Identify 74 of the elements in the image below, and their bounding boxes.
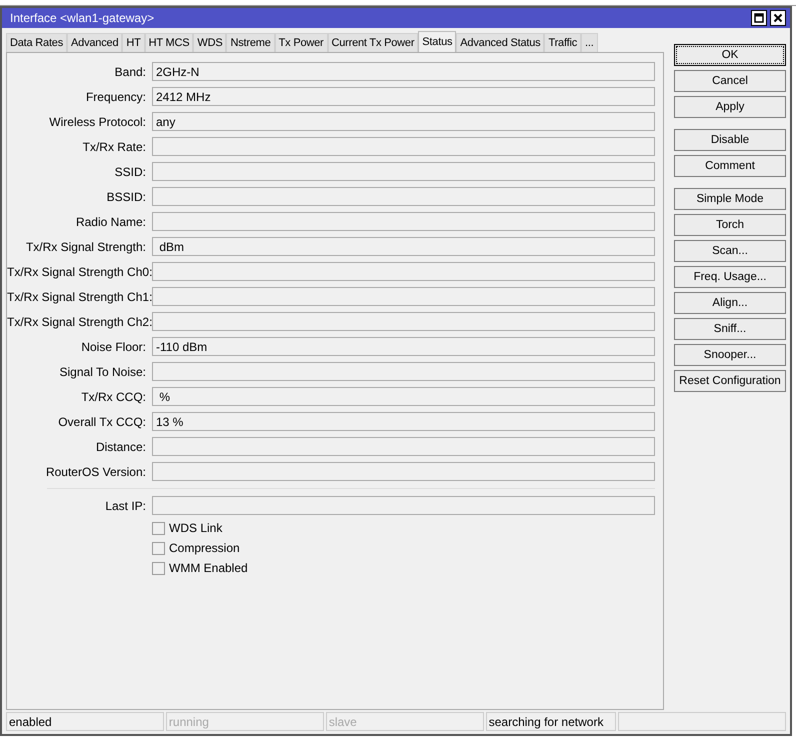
- status-cell: searching for network: [486, 712, 616, 731]
- dialog-button[interactable]: Torch: [674, 214, 786, 236]
- value-field[interactable]: [152, 137, 655, 156]
- checkbox[interactable]: [152, 562, 165, 574]
- value-field[interactable]: [152, 496, 655, 515]
- dialog-button[interactable]: Disable: [674, 129, 786, 151]
- value-field[interactable]: [152, 162, 655, 181]
- tab[interactable]: Advanced Status: [456, 33, 544, 52]
- dialog-button[interactable]: Reset Configuration: [674, 370, 786, 392]
- field-label: SSID:: [114, 164, 147, 178]
- field-label: Radio Name:: [74, 214, 147, 228]
- value-field[interactable]: 13 %: [152, 412, 655, 431]
- dialog-button[interactable]: Cancel: [674, 70, 786, 92]
- maximize-icon[interactable]: [751, 10, 767, 26]
- field-label: BSSID:: [106, 190, 147, 204]
- value-field[interactable]: [152, 287, 655, 306]
- status-cell: slave: [326, 712, 484, 731]
- value-field[interactable]: [152, 437, 655, 456]
- dialog-button[interactable]: OK: [674, 44, 786, 66]
- tab[interactable]: WDS: [193, 33, 226, 52]
- window-title: Interface <wlan1-gateway>: [10, 11, 156, 25]
- field-label: Tx/Rx Signal Strength:: [24, 240, 147, 254]
- tab[interactable]: Traffic: [544, 33, 582, 52]
- checkbox[interactable]: [152, 542, 165, 554]
- dialog-button[interactable]: Apply: [674, 96, 786, 118]
- field-label: Frequency:: [84, 90, 147, 104]
- tab[interactable]: HT MCS: [144, 33, 194, 52]
- tab[interactable]: HT: [122, 33, 145, 52]
- value-field[interactable]: any: [152, 112, 655, 131]
- field-label: Signal To Noise:: [58, 364, 147, 378]
- dialog-button[interactable]: Align...: [674, 292, 786, 314]
- status-cell: enabled: [6, 712, 164, 731]
- value-field[interactable]: dBm: [152, 237, 655, 256]
- value-field[interactable]: [152, 312, 655, 331]
- field-label: Tx/Rx Signal Strength Ch1:: [7, 290, 152, 304]
- checkbox-label: WDS Link: [169, 521, 222, 535]
- status-cell: running: [166, 712, 324, 731]
- field-label: Tx/Rx Rate:: [82, 140, 147, 154]
- dialog-button[interactable]: Simple Mode: [674, 188, 786, 210]
- value-field[interactable]: [152, 362, 655, 381]
- dialog-button[interactable]: Scan...: [674, 240, 786, 262]
- tab[interactable]: Current Tx Power: [328, 33, 418, 52]
- tab[interactable]: Tx Power: [274, 33, 328, 52]
- field-label: Tx/Rx Signal Strength Ch2:: [7, 314, 152, 328]
- dialog-button[interactable]: Snooper...: [674, 344, 786, 366]
- checkbox-label: Compression: [169, 541, 240, 555]
- tab[interactable]: Advanced: [67, 33, 122, 52]
- value-field[interactable]: 2GHz-N: [152, 62, 655, 81]
- field-label: Last IP:: [104, 498, 147, 512]
- value-field[interactable]: [152, 462, 655, 481]
- value-field[interactable]: -110 dBm: [152, 337, 655, 356]
- value-field[interactable]: [152, 187, 655, 206]
- tab[interactable]: ...: [581, 33, 598, 52]
- field-label: Tx/Rx CCQ:: [80, 390, 147, 404]
- tab[interactable]: Status: [418, 31, 456, 52]
- checkbox-label: WMM Enabled: [169, 561, 248, 575]
- field-label: Distance:: [94, 440, 147, 454]
- dialog-button[interactable]: Freq. Usage...: [674, 266, 786, 288]
- tab[interactable]: Data Rates: [6, 33, 68, 52]
- field-label: Wireless Protocol:: [48, 114, 147, 128]
- dialog-button[interactable]: Comment: [674, 155, 786, 177]
- tab[interactable]: Nstreme: [226, 33, 275, 52]
- value-field[interactable]: [152, 262, 655, 281]
- field-label: Tx/Rx Signal Strength Ch0:: [7, 264, 152, 278]
- field-label: Overall Tx CCQ:: [57, 414, 147, 428]
- dialog-button[interactable]: Sniff...: [674, 318, 786, 340]
- field-label: Noise Floor:: [80, 340, 147, 354]
- value-field[interactable]: [152, 212, 655, 231]
- value-field[interactable]: 2412 MHz: [152, 87, 655, 106]
- field-label: RouterOS Version:: [44, 464, 147, 478]
- value-field[interactable]: %: [152, 387, 655, 406]
- field-label: Band:: [114, 64, 147, 78]
- close-icon[interactable]: [770, 10, 786, 26]
- checkbox[interactable]: [152, 522, 165, 534]
